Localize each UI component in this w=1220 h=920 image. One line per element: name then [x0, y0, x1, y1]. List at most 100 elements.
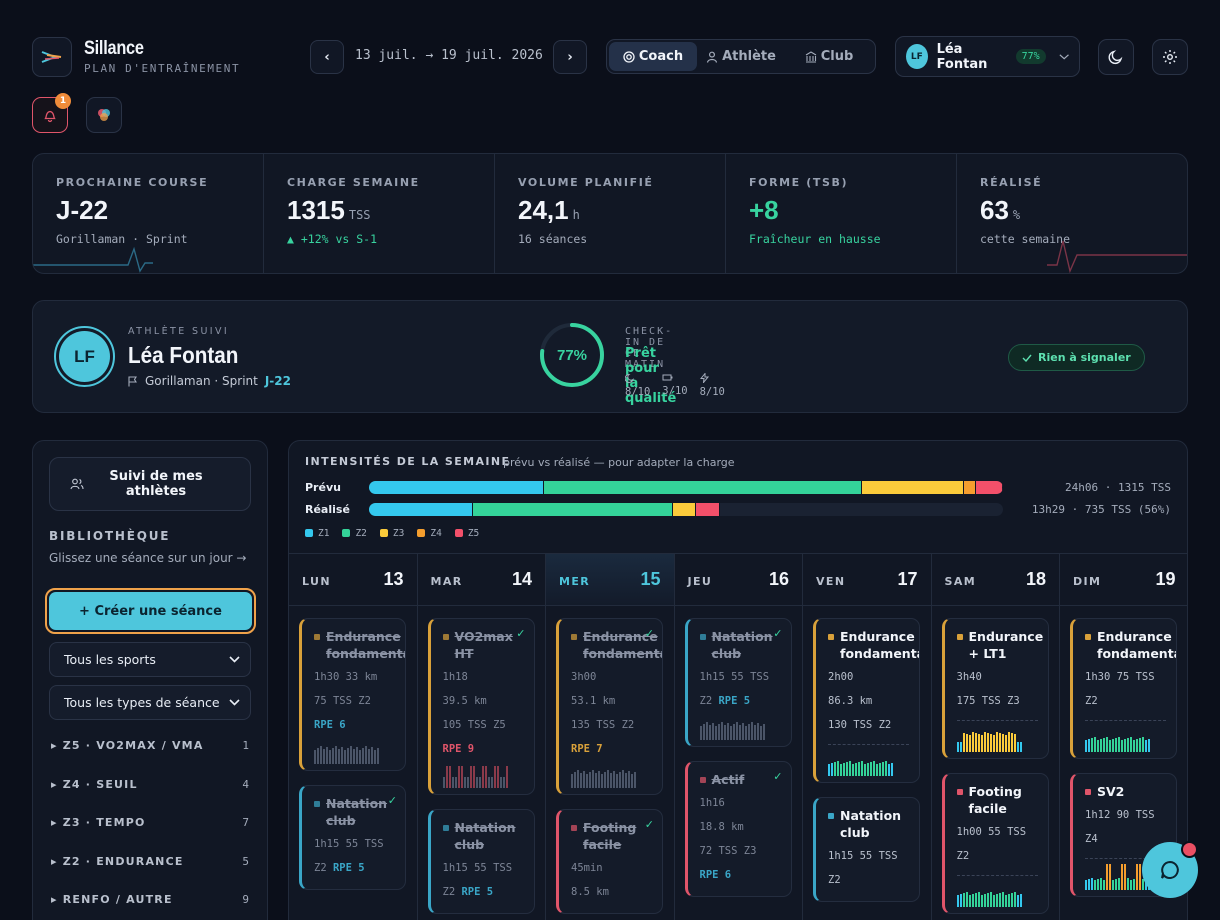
- intensity-bar: [371, 747, 373, 764]
- intensity-bar: [726, 723, 729, 740]
- sport-dot: [699, 777, 706, 783]
- mode-label: Club: [820, 49, 854, 64]
- create-session-button[interactable]: + Créer une séance: [45, 588, 256, 634]
- library-category[interactable]: ▸ Z2 · ENDURANCE 5: [51, 855, 249, 868]
- intensity-bar: [1007, 894, 1010, 907]
- stat-label: PROCHAINE COURSE: [56, 176, 209, 189]
- session-metric: 8.5 km: [571, 886, 609, 898]
- sport-dot: [828, 634, 834, 640]
- session-card[interactable]: Endurance fondamentale 2h00 86.3 km 130 TSS…: [813, 618, 920, 783]
- settings-button[interactable]: [1152, 39, 1188, 75]
- intensity-bar: [463, 777, 466, 788]
- brand-mark-button[interactable]: [86, 97, 122, 133]
- theme-toggle-button[interactable]: [1098, 39, 1134, 75]
- intensity-bar: [616, 774, 618, 788]
- stat-sub: ▲ +12% vs S-1: [287, 232, 378, 246]
- session-card[interactable]: Footing facile 1h00 55 TSS Z2: [941, 773, 1049, 914]
- nothing-to-report-badge[interactable]: Rien à signaler: [1008, 344, 1145, 371]
- session-card[interactable]: Endurance fondamentale 1h30 33 km 75 TSS Z…: [299, 618, 406, 771]
- session-metric: 130 TSS Z2: [828, 719, 892, 731]
- day-column-ven[interactable]: VEN 17 Endurance fondamentale 2h00 86.3 km 13…: [803, 554, 932, 920]
- intensity-bar: [628, 771, 630, 788]
- intensity-bar: [759, 726, 762, 740]
- library-category[interactable]: ▸ Z3 · TEMPO 7: [51, 816, 249, 829]
- chart-separator: [956, 720, 1038, 721]
- intensity-bar: [577, 770, 579, 788]
- library-category[interactable]: ▸ RENFO / AUTRE 9: [51, 893, 249, 906]
- intensity-bar: [586, 774, 588, 788]
- session-card[interactable]: Natation club 1h15 55 TSS Z2 RPE 5: [427, 809, 535, 914]
- mode-coach[interactable]: Coach: [609, 42, 697, 71]
- session-metric: 105 TSS Z5: [442, 719, 506, 731]
- session-intensity-chart: [828, 754, 893, 776]
- intensity-bar: [968, 895, 971, 907]
- day-header: DIM 19: [1060, 554, 1187, 606]
- day-column-lun[interactable]: LUN 13 Endurance fondamentale 1h30 33 km 75 …: [289, 554, 418, 920]
- mode-club[interactable]: Club: [785, 42, 873, 71]
- session-title-text: Endurance fondamentale: [840, 629, 919, 661]
- moon-icon: [624, 373, 634, 383]
- intensity-bar: [723, 725, 726, 740]
- week-planner: INTENSITÉS DE LA SEMAINE prévu vs réalis…: [288, 440, 1188, 920]
- type-filter-select[interactable]: Tous les types de séance: [49, 685, 251, 720]
- app-logo[interactable]: [32, 37, 72, 77]
- day-column-mar[interactable]: MAR 14 VO2max HT ✓ 1h18 39.5 km 105 TSS Z5 RPE …: [417, 554, 546, 920]
- session-card[interactable]: Natation club ✓ 1h15 55 TSS Z2 RPE 5: [299, 785, 406, 890]
- zone-segment-z3: [673, 503, 696, 516]
- my-athletes-button[interactable]: Suivi de mes athlètes: [49, 457, 251, 511]
- session-card[interactable]: VO2max HT ✓ 1h18 39.5 km 105 TSS Z5 RPE 9: [427, 618, 535, 795]
- intensity-bar: [314, 750, 316, 764]
- intensity-bar: [998, 733, 1001, 752]
- day-column-jeu[interactable]: JEU 16 Natation club ✓ 1h15 55 TSS Z2 RPE 5 Ac…: [674, 554, 803, 920]
- session-title: Natation club: [442, 819, 534, 853]
- intensity-bar: [478, 777, 481, 788]
- day-header: VEN 17: [803, 554, 931, 606]
- intensity-bar: [879, 763, 881, 776]
- session-card[interactable]: Endurance fondamentale 1h30 75 TSS Z2: [1070, 618, 1177, 759]
- session-intensity-chart: [1085, 864, 1150, 890]
- next-week-button[interactable]: ›: [553, 40, 587, 74]
- checkin-metrics: 8/10 3/10 8/10: [624, 372, 725, 398]
- day-column-mer[interactable]: MER15 Endurance fondamentale✓3h0053.1 km1…: [546, 554, 675, 920]
- session-card[interactable]: Natation club ✓ 1h15 55 TSS Z2 RPE 5: [684, 618, 792, 747]
- stat-value: 63%: [980, 195, 1187, 226]
- session-card[interactable]: Actif ✓ 1h16 18.8 km 72 TSS Z3 RPE 6: [684, 761, 792, 897]
- intensity-bar: [753, 725, 756, 740]
- sport-dot: [571, 825, 577, 831]
- intensity-bar: [965, 892, 968, 907]
- completed-check-icon: ✓: [387, 794, 397, 807]
- intensity-bar: [454, 777, 457, 788]
- intensity-bar: [317, 748, 319, 764]
- intensity-bar: [989, 734, 992, 752]
- mode-athlete[interactable]: Athlète: [697, 42, 785, 71]
- session-card[interactable]: Endurance + LT1 3h40 175 TSS Z3: [941, 618, 1049, 759]
- intensity-bar: [1103, 880, 1105, 890]
- battery-icon: [662, 374, 673, 381]
- intensity-bar: [475, 777, 478, 788]
- session-card[interactable]: Endurance fondamentale✓3h0053.1 km135 TS…: [556, 618, 663, 795]
- athlete-selector[interactable]: LF Léa Fontan 77%: [895, 36, 1080, 77]
- session-card[interactable]: Footing facile ✓ 45min 8.5 km: [556, 809, 663, 914]
- library-category[interactable]: ▸ Z4 · SEUIL 4: [51, 778, 249, 791]
- intensity-bar: [1085, 740, 1087, 752]
- sport-filter-select[interactable]: Tous les sports: [49, 642, 251, 677]
- intensity-bar: [350, 746, 352, 764]
- day-header: MER 15: [546, 554, 674, 606]
- legend-item: Z5: [454, 528, 479, 539]
- chevron-down-icon: [229, 699, 240, 706]
- session-card[interactable]: Natation club 1h15 55 TSS Z2: [813, 797, 920, 902]
- session-metric: 1h15 55 TSS: [314, 838, 384, 850]
- intensity-bar: [619, 772, 621, 788]
- prev-week-button[interactable]: ‹: [310, 40, 344, 74]
- intensity-bar: [888, 764, 890, 776]
- intensity-bar: [1001, 734, 1004, 752]
- intensity-bar: [1112, 880, 1114, 890]
- day-column-sam[interactable]: SAM 18 Endurance + LT1 3h40 175 TSS Z3 Footin…: [931, 554, 1060, 920]
- session-metric: 75 TSS Z2: [314, 695, 371, 707]
- library-category[interactable]: ▸ Z5 · VO2MAX / VMA 1: [51, 739, 249, 752]
- metric-sleep: 8/10: [624, 373, 650, 398]
- intensity-bar: [834, 762, 836, 776]
- metric-energy: 3/10: [662, 373, 688, 398]
- stat-number: 63: [980, 195, 1009, 225]
- intensity-bar: [989, 892, 992, 907]
